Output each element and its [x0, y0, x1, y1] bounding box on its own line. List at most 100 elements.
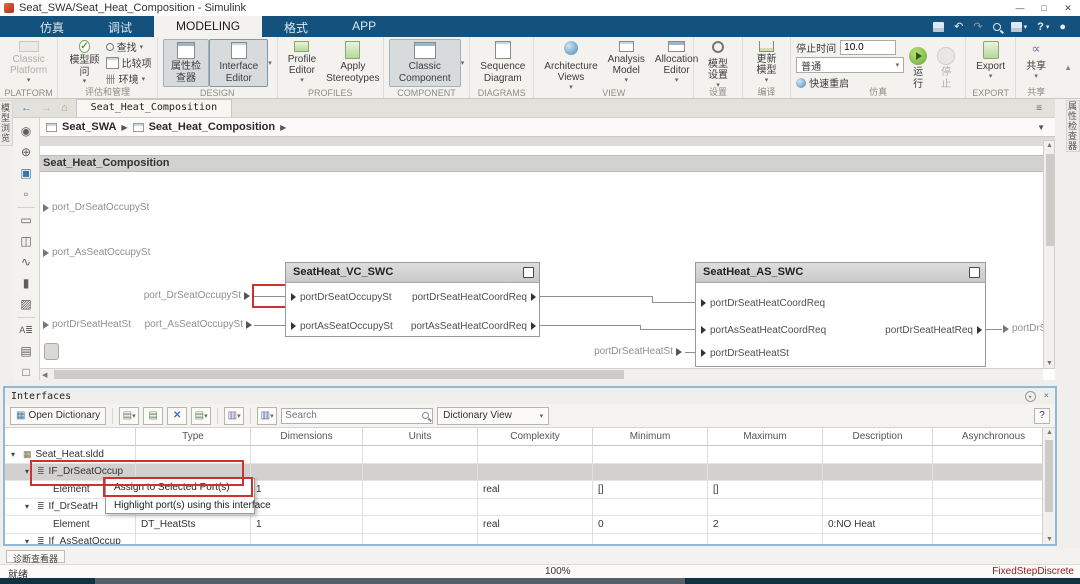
design-dropdown-icon[interactable]: ▾: [268, 59, 272, 67]
connection-line[interactable]: [640, 329, 695, 330]
table-vertical-scrollbar[interactable]: ▲ ▼: [1042, 428, 1055, 544]
column-tree[interactable]: [5, 428, 136, 446]
component-tool-icon[interactable]: ▭: [13, 210, 39, 231]
link-label-dr-seat-heat-st[interactable]: portDrSeatHeatSt: [592, 346, 682, 357]
tab-app[interactable]: APP: [330, 16, 398, 37]
export-button[interactable]: Export ▾: [971, 39, 1010, 87]
update-model-button[interactable]: 更新模型 ▾: [748, 39, 785, 87]
as-out-port-dr-heat-req[interactable]: portDrSeatHeatReq: [885, 323, 982, 337]
menu-item-highlight-ports[interactable]: Highlight port(s) using this interface: [106, 496, 271, 513]
component-badge-icon[interactable]: [523, 267, 534, 278]
profile-editor-button[interactable]: Profile Editor ▾: [283, 39, 321, 87]
image-tool-icon[interactable]: ▨: [13, 294, 39, 315]
external-input-port-dr-seat-heat-st[interactable]: portDrSeatHeatSt: [43, 319, 131, 330]
save-icon[interactable]: [933, 21, 945, 32]
property-inspector-button[interactable]: 属性检查器: [162, 39, 210, 87]
classic-component-button[interactable]: Classic Component: [388, 39, 461, 87]
property-inspector-rail[interactable]: 属性检查器: [1066, 100, 1080, 152]
vc-in-port-as-occupy[interactable]: portAsSeatOccupySt: [291, 319, 393, 333]
connection-line[interactable]: [540, 325, 640, 326]
column-dimensions[interactable]: Dimensions: [251, 428, 363, 446]
port-tool-icon[interactable]: ▫: [13, 184, 39, 205]
tab-modeling[interactable]: MODELING: [154, 16, 263, 37]
stop-time-input[interactable]: [840, 40, 897, 55]
column-type[interactable]: Type: [136, 428, 251, 446]
column-complexity[interactable]: Complexity: [478, 428, 593, 446]
signal-tool-icon[interactable]: ∿: [13, 252, 39, 273]
vc-out-port-as-coord-req[interactable]: portAsSeatHeatCoordReq: [411, 319, 536, 333]
open-dictionary-button[interactable]: ▦ Open Dictionary: [10, 406, 107, 425]
sequence-diagram-button[interactable]: Sequence Diagram: [475, 39, 530, 87]
back-icon[interactable]: ←: [21, 102, 32, 114]
filter-button[interactable]: ▥ ▾: [257, 406, 278, 425]
column-units[interactable]: Units: [363, 428, 478, 446]
capture-icon[interactable]: ▾: [1010, 21, 1027, 32]
account-icon[interactable]: ●: [1059, 21, 1066, 33]
interface-editor-button[interactable]: Interface Editor: [209, 39, 269, 87]
vc-out-port-dr-coord-req[interactable]: portDrSeatHeatCoordReq: [412, 290, 536, 304]
canvas-vertical-scrollbar[interactable]: ▲ ▼: [1043, 140, 1055, 369]
component-seatheat-as-swc[interactable]: SeatHeat_AS_SWC portDrSeatHeatCoordReq p…: [695, 262, 986, 367]
table-row-element-2[interactable]: Element DT_HeatSts 1 real 0 2 0:NO Heat: [5, 516, 1055, 534]
scrollbar-thumb[interactable]: [1045, 440, 1053, 512]
component-dropdown-icon[interactable]: ▾: [461, 59, 465, 67]
connection-line[interactable]: [254, 325, 285, 326]
connection-line[interactable]: [652, 302, 695, 303]
analysis-model-button[interactable]: Analysis Model ▾: [603, 39, 650, 87]
environment-button[interactable]: 卌环境 ▾: [106, 71, 152, 86]
diagnostic-viewer-button[interactable]: 诊断查看器: [6, 550, 66, 564]
column-minimum[interactable]: Minimum: [593, 428, 708, 446]
up-icon[interactable]: ⌂: [61, 102, 68, 114]
scrollbar-thumb[interactable]: [54, 370, 624, 379]
add-element-button[interactable]: ▤: [143, 406, 164, 425]
add-interface-button[interactable]: ▤ ▾: [119, 406, 140, 425]
scroll-left-icon[interactable]: ◀: [42, 371, 47, 379]
connection-line[interactable]: [685, 352, 695, 353]
scrollbar-thumb[interactable]: [1046, 154, 1054, 246]
canvas-menu-icon[interactable]: ≡: [1036, 103, 1042, 114]
minimize-button[interactable]: —: [1008, 3, 1032, 14]
tab-format[interactable]: 格式: [262, 16, 330, 37]
model-settings-button[interactable]: 模型设置 ▾: [699, 39, 736, 89]
help-icon[interactable]: ? ▾: [1037, 21, 1049, 33]
external-input-port-as-seat-occupy[interactable]: port_AsSeatOccupySt: [43, 247, 150, 258]
close-button[interactable]: ✕: [1056, 3, 1080, 14]
connection-line[interactable]: [986, 329, 1002, 330]
search-icon[interactable]: [992, 22, 1001, 31]
table-row-if-as-seat-occup[interactable]: ▾ ≣ If_AsSeatOccup: [5, 533, 1055, 544]
status-solver[interactable]: FixedStepDiscrete: [992, 566, 1074, 577]
annotation-tool-icon[interactable]: A≣: [13, 320, 39, 341]
maximize-button[interactable]: □: [1032, 3, 1056, 14]
diagram-canvas[interactable]: Seat_Heat_Composition port_DrSeatOccupyS…: [40, 137, 1055, 380]
component-seatheat-vc-swc[interactable]: SeatHeat_VC_SWC portDrSeatOccupySt portA…: [285, 262, 540, 337]
dictionary-view-select[interactable]: Dictionary View ▾: [437, 406, 550, 425]
panel-minimize-icon[interactable]: ▾: [1024, 390, 1036, 402]
scroll-down-icon[interactable]: ▼: [1046, 536, 1053, 543]
box-tool-icon[interactable]: □: [13, 362, 39, 383]
browse-icon[interactable]: ◉: [13, 121, 39, 142]
breadcrumb-separator-icon[interactable]: ▶: [121, 123, 127, 132]
area-tool-icon[interactable]: ◫: [13, 231, 39, 252]
expander-icon[interactable]: ▾: [11, 450, 19, 459]
architecture-views-button[interactable]: Architecture Views ▾: [539, 39, 602, 91]
share-button[interactable]: ∝ 共享 ▾: [1021, 39, 1051, 87]
breadcrumb-seat-heat-composition[interactable]: Seat_Heat_Composition: [149, 121, 276, 133]
panel-close-icon[interactable]: ×: [1044, 391, 1049, 401]
stereotype-button[interactable]: ▥ ▾: [224, 406, 245, 425]
link-label-dr-seat-occupy[interactable]: port_DrSeatOccupySt: [138, 290, 250, 301]
expander-icon[interactable]: ▾: [25, 502, 33, 511]
external-output-port-dr-heat-req[interactable]: portDrSeatHeatRe: [1003, 323, 1045, 334]
compare-button[interactable]: 比较项: [105, 55, 152, 70]
scroll-up-icon[interactable]: ▲: [1046, 142, 1053, 149]
stamp-tool-icon[interactable]: ▤: [13, 341, 39, 362]
breadcrumb-dropdown-icon[interactable]: ▼: [1037, 123, 1045, 132]
canvas-horizontal-scrollbar[interactable]: ◀: [40, 368, 1043, 380]
tab-debug[interactable]: 调试: [86, 16, 154, 37]
as-in-port-dr-heat-st[interactable]: portDrSeatHeatSt: [701, 346, 789, 360]
breadcrumb-seat-swa[interactable]: Seat_SWA: [62, 121, 116, 133]
note-icon[interactable]: [44, 343, 59, 360]
column-maximum[interactable]: Maximum: [708, 428, 823, 446]
import-button[interactable]: ▤ ▾: [191, 406, 212, 425]
column-description[interactable]: Description: [823, 428, 933, 446]
search-input[interactable]: [285, 410, 423, 421]
